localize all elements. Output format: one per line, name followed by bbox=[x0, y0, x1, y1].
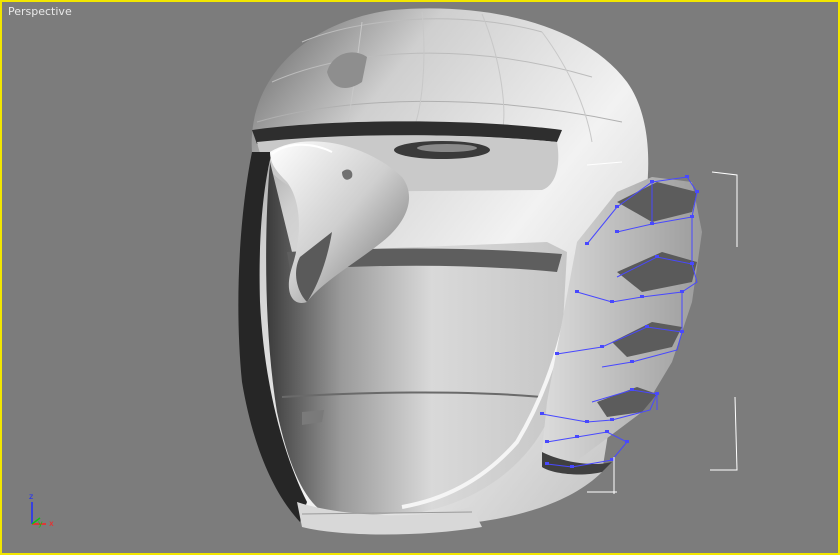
axis-x-label: x bbox=[49, 519, 54, 528]
perspective-viewport[interactable]: Perspective z y x bbox=[0, 0, 840, 555]
axis-y-label: y bbox=[38, 519, 43, 528]
axis-z-label: z bbox=[29, 492, 33, 501]
axis-tripod: z y x bbox=[29, 492, 54, 528]
viewport-scene[interactable]: z y x bbox=[2, 2, 838, 553]
